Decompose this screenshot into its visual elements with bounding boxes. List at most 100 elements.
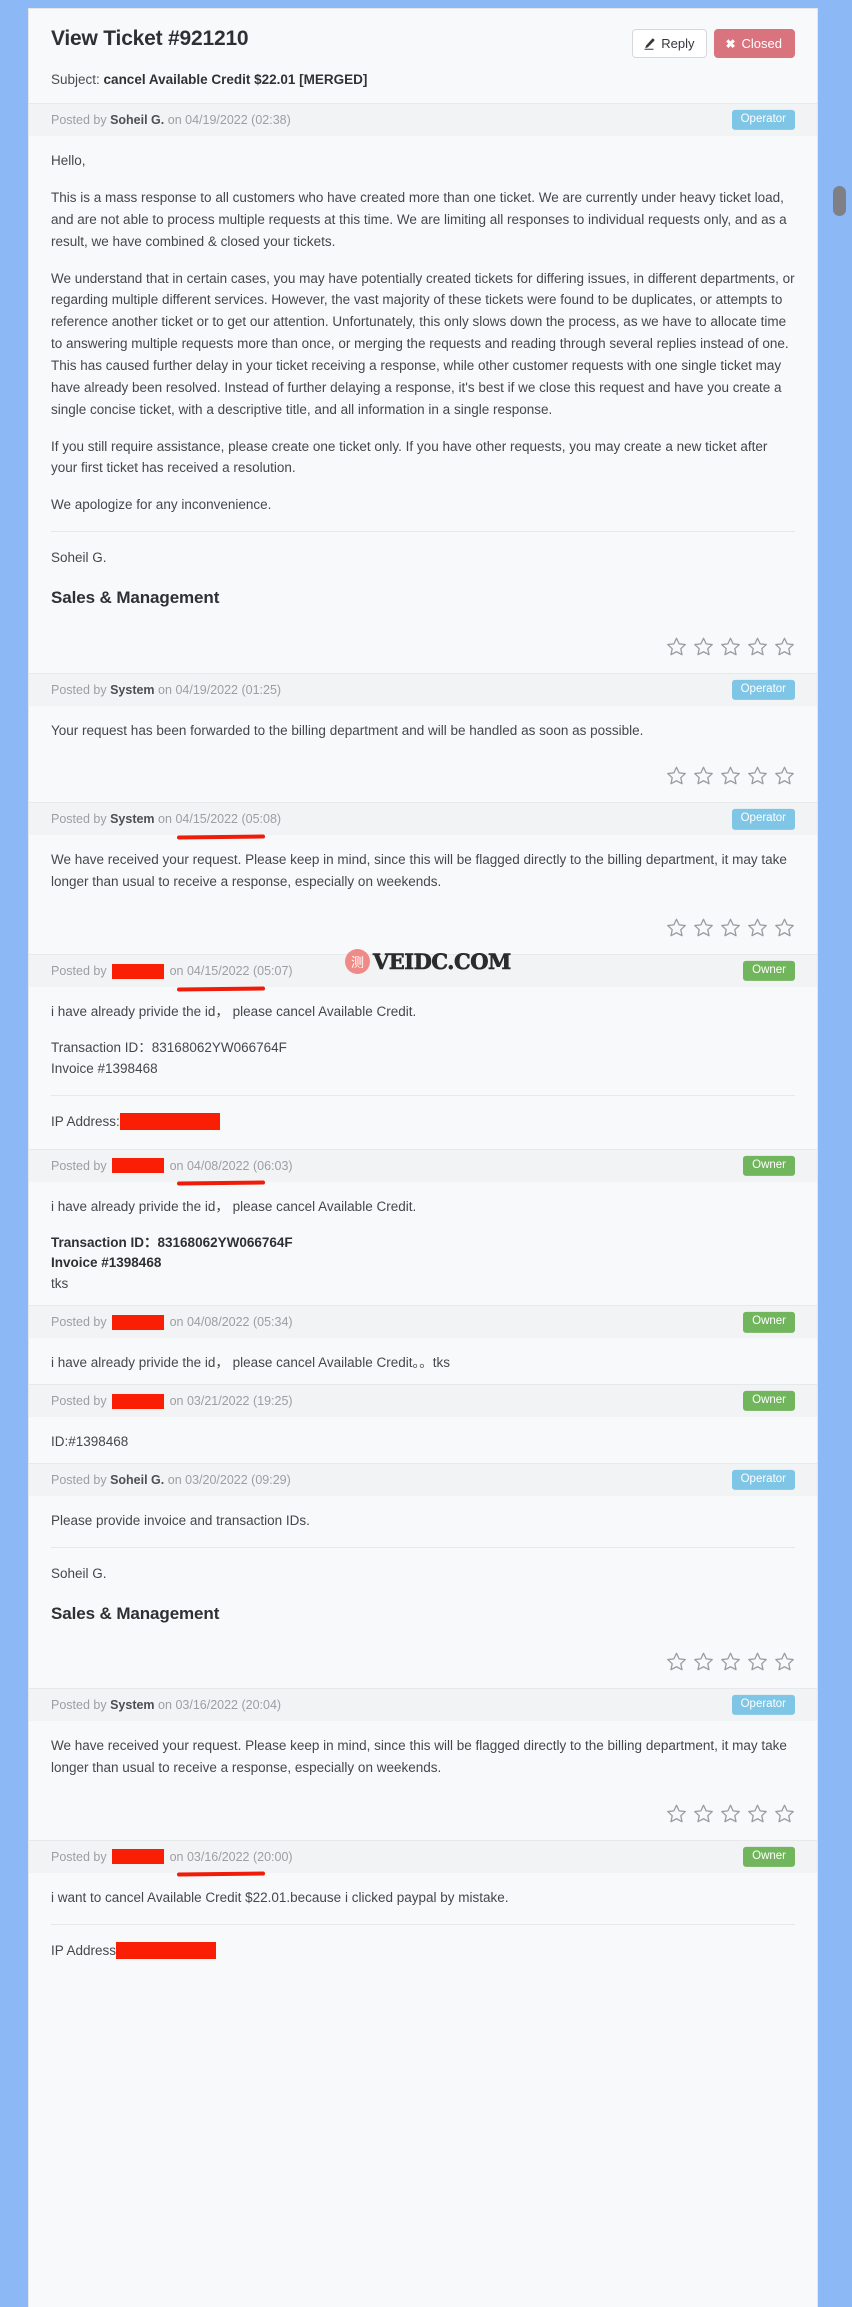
redacted-ip-address: [119, 1112, 220, 1130]
post-body: i want to cancel Available Credit $22.01…: [29, 1873, 817, 1978]
post-paragraph: i have already privide the id， please ca…: [51, 1004, 417, 1020]
star-icon[interactable]: [720, 1651, 741, 1672]
post-detail-line: Invoice #1398468: [51, 1060, 158, 1076]
star-icon[interactable]: [720, 636, 741, 657]
star-icon[interactable]: [747, 1803, 768, 1824]
post-paragraph: i have already privide the id， please ca…: [51, 1198, 417, 1214]
ticket-post: Posted by Soheil G. on 03/20/2022 (09:29…: [29, 1464, 817, 1690]
post-date: 04/19/2022 (02:38): [185, 113, 291, 128]
on-label: on: [169, 964, 184, 979]
star-icon[interactable]: [720, 765, 741, 786]
star-icon[interactable]: [693, 765, 714, 786]
rating-stars[interactable]: [29, 1637, 817, 1688]
ticket-post: Posted by System on 04/15/2022 (05:08) Op…: [29, 803, 817, 956]
post-body: Please provide invoice and transaction I…: [29, 1496, 817, 1637]
star-icon[interactable]: [693, 636, 714, 657]
on-label: on: [169, 1394, 184, 1409]
on-label: on: [158, 812, 172, 827]
post-meta: Posted by System on 03/16/2022 (20:04) Op…: [29, 1689, 817, 1722]
star-icon[interactable]: [747, 1651, 768, 1672]
post-meta: Posted by System on 04/19/2022 (01:25) Op…: [29, 673, 817, 706]
closed-button-label: Closed: [741, 36, 782, 51]
reply-button[interactable]: Reply: [632, 29, 708, 58]
post-date: 03/16/2022 (20:04): [175, 1698, 282, 1713]
redacted-author: [112, 1158, 165, 1174]
status-badge-operator: Operator: [731, 109, 795, 131]
post-detail-lines: Transaction ID：83168062YW066764F Invoice …: [51, 1038, 795, 1080]
post-meta: Posted by on 03/21/2022 (19:25) Owner: [29, 1385, 817, 1418]
watermark-text: VEIDC.COM: [373, 949, 512, 975]
star-icon[interactable]: [774, 636, 795, 657]
star-icon[interactable]: [774, 765, 795, 786]
post-paragraph: Your request has been forwarded to the b…: [51, 722, 644, 738]
post-author: System: [110, 1698, 155, 1713]
ticket-subject: Subject: cancel Available Credit $22.01 …: [51, 72, 795, 87]
star-icon[interactable]: [666, 1651, 687, 1672]
signature-divider: [51, 531, 795, 533]
status-badge-owner: Owner: [743, 1155, 795, 1176]
redacted-author: [112, 1393, 165, 1409]
ip-address-label: IP Address:: [51, 1113, 120, 1129]
status-badge-owner: Owner: [743, 1312, 795, 1333]
star-icon[interactable]: [693, 1651, 714, 1672]
signature-divider: [51, 1546, 795, 1548]
status-badge-owner: Owner: [743, 1391, 795, 1412]
close-x-icon: ✖: [725, 36, 736, 51]
rating-stars[interactable]: [29, 622, 817, 673]
signature-department: Sales & Management: [51, 1603, 220, 1623]
post-detail-line: Transaction ID：83168062YW066764F: [51, 1234, 293, 1250]
ticket-post: Posted by on 04/08/2022 (05:34) Owner i ha…: [29, 1306, 817, 1386]
posted-by-label: Posted by: [51, 1394, 107, 1409]
ticket-post: Posted by on 04/15/2022 (05:07) Owner 测 VEI…: [29, 949, 817, 1150]
post-meta: Posted by on 03/16/2022 (20:00) Owner: [29, 1840, 817, 1877]
rating-stars[interactable]: [29, 903, 817, 954]
screenshot-root: View Ticket #921210 Subject: cancel Avai…: [0, 0, 852, 2307]
posted-by-label: Posted by: [51, 113, 107, 128]
star-icon[interactable]: [747, 765, 768, 786]
posted-by-label: Posted by: [51, 1473, 107, 1487]
vertical-scrollbar-thumb[interactable]: [833, 186, 846, 216]
post-date: 03/16/2022 (20:00): [186, 1849, 293, 1864]
rating-stars[interactable]: [29, 1789, 817, 1840]
star-icon[interactable]: [666, 1803, 687, 1824]
header-actions: Reply ✖ Closed: [632, 29, 795, 58]
post-meta: Posted by Soheil G. on 03/20/2022 (09:29…: [29, 1464, 817, 1496]
reply-button-label: Reply: [661, 36, 695, 51]
post-author: System: [110, 682, 155, 697]
redacted-author: [112, 1849, 165, 1865]
on-label: on: [158, 682, 172, 697]
post-paragraph: We understand that in certain cases, you…: [51, 270, 795, 417]
star-icon[interactable]: [747, 917, 768, 938]
post-paragraph: Please provide invoice and transaction I…: [51, 1513, 310, 1528]
ticket-post: Posted by on 03/21/2022 (19:25) Owner ID:#…: [29, 1385, 817, 1464]
star-icon[interactable]: [693, 1803, 714, 1824]
star-icon[interactable]: [666, 765, 687, 786]
post-paragraph: ID:#1398468: [51, 1434, 129, 1450]
post-paragraph: We apologize for any inconvenience.: [51, 497, 272, 513]
posted-by-label: Posted by: [51, 1849, 107, 1864]
star-icon[interactable]: [747, 636, 768, 657]
post-paragraph: If you still require assistance, please …: [51, 438, 768, 476]
status-badge-owner: Owner: [743, 960, 795, 982]
rating-stars[interactable]: [29, 751, 817, 802]
star-icon[interactable]: [666, 636, 687, 657]
star-icon[interactable]: [774, 917, 795, 938]
star-icon[interactable]: [720, 1803, 741, 1824]
post-date: 03/21/2022 (19:25): [186, 1394, 293, 1409]
post-body: i have already privide the id， please ca…: [29, 1182, 817, 1306]
star-icon[interactable]: [720, 917, 741, 938]
star-icon[interactable]: [774, 1651, 795, 1672]
posted-by-label: Posted by: [51, 682, 107, 697]
on-label: on: [167, 113, 182, 128]
post-date: 04/08/2022 (06:03): [186, 1158, 293, 1173]
closed-button[interactable]: ✖ Closed: [714, 29, 795, 58]
star-icon[interactable]: [774, 1803, 795, 1824]
on-label: on: [158, 1698, 172, 1713]
star-icon[interactable]: [693, 917, 714, 938]
posted-by-label: Posted by: [51, 964, 107, 979]
ip-address-line: IP Address: [51, 1940, 795, 1962]
star-icon[interactable]: [666, 917, 687, 938]
pencil-icon: [643, 38, 655, 50]
ip-divider: [51, 1923, 795, 1925]
post-date: 04/15/2022 (05:08): [175, 812, 282, 827]
